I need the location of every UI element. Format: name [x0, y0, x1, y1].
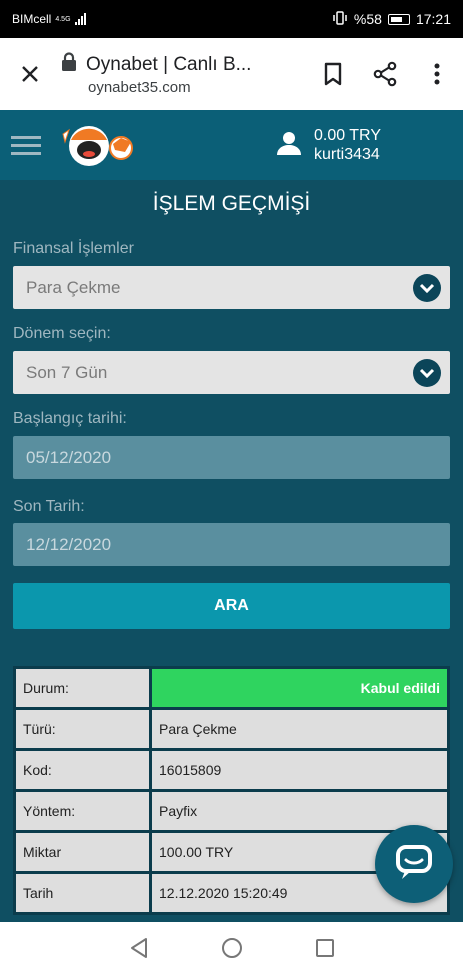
page-tab-title: Oynabet | Canlı B... — [86, 53, 252, 75]
carrier-name: BIMcell — [12, 12, 52, 26]
chevron-down-icon — [413, 274, 441, 302]
method-key: Yöntem: — [16, 792, 149, 830]
type-key: Türü: — [16, 710, 149, 748]
chevron-down-icon — [413, 359, 441, 387]
end-date-field[interactable]: 12/12/2020 — [13, 523, 450, 566]
financial-label: Finansal İşlemler — [13, 240, 134, 257]
period-value: Son 7 Gün — [26, 363, 108, 382]
search-button[interactable]: ARA — [13, 583, 450, 629]
start-date-field[interactable]: 05/12/2020 — [13, 436, 450, 479]
table-row: Yöntem: Payfix — [16, 792, 447, 830]
recents-icon[interactable] — [315, 938, 335, 963]
address-bar[interactable]: Oynabet | Canlı B... oynabet35.com — [60, 52, 307, 96]
clock: 17:21 — [415, 11, 451, 27]
vibrate-icon — [332, 10, 348, 28]
page-title: İŞLEM GEÇMİŞİ — [152, 192, 311, 215]
financial-type-value: Para Çekme — [26, 278, 121, 297]
user-account[interactable]: 0.00 TRY kurti3434 — [276, 126, 381, 164]
network-type: 4.5G — [55, 15, 71, 23]
more-icon[interactable] — [411, 63, 463, 85]
period-select[interactable]: Son 7 Gün — [13, 351, 450, 394]
status-bar: BIMcell 4.5G %58 17:21 — [0, 0, 463, 38]
close-icon[interactable] — [0, 65, 60, 83]
browser-toolbar: Oynabet | Canlı B... oynabet35.com — [0, 38, 463, 110]
code-key: Kod: — [16, 751, 149, 789]
url-text: oynabet35.com — [88, 79, 191, 96]
amount-key: Miktar — [16, 833, 149, 871]
system-nav-bar — [0, 922, 463, 978]
period-label: Dönem seçin: — [13, 325, 111, 342]
signal-icon — [74, 13, 86, 25]
user-icon — [276, 130, 302, 161]
table-row: Durum: Kabul edildi — [16, 669, 447, 707]
menu-icon[interactable] — [11, 131, 41, 160]
share-icon[interactable] — [359, 61, 411, 87]
balance: 0.00 TRY — [313, 127, 381, 144]
code-value: 16015809 — [152, 751, 447, 789]
site-header: 0.00 TRY kurti3434 — [0, 110, 463, 180]
date-key: Tarih — [16, 874, 149, 912]
battery-percent: %58 — [353, 11, 382, 27]
start-date-label: Başlangıç tarihi: — [13, 410, 127, 427]
lock-icon — [60, 52, 78, 77]
end-date-label: Son Tarih: — [13, 498, 85, 515]
chat-icon — [394, 842, 434, 887]
type-value: Para Çekme — [152, 710, 447, 748]
transaction-history-page: İŞLEM GEÇMİŞİ Finansal İşlemler Para Çek… — [0, 180, 463, 922]
home-icon[interactable] — [221, 937, 243, 964]
table-row: Türü: Para Çekme — [16, 710, 447, 748]
method-value: Payfix — [152, 792, 447, 830]
live-chat-button[interactable] — [375, 825, 453, 903]
status-badge: Kabul edildi — [152, 669, 447, 707]
username: kurti3434 — [313, 146, 380, 163]
table-row: Kod: 16015809 — [16, 751, 447, 789]
back-icon[interactable] — [129, 937, 149, 964]
status-key: Durum: — [16, 669, 149, 707]
site-logo[interactable] — [57, 120, 143, 170]
bookmark-icon[interactable] — [307, 62, 359, 86]
financial-type-select[interactable]: Para Çekme — [13, 266, 450, 309]
battery-icon — [387, 13, 410, 25]
